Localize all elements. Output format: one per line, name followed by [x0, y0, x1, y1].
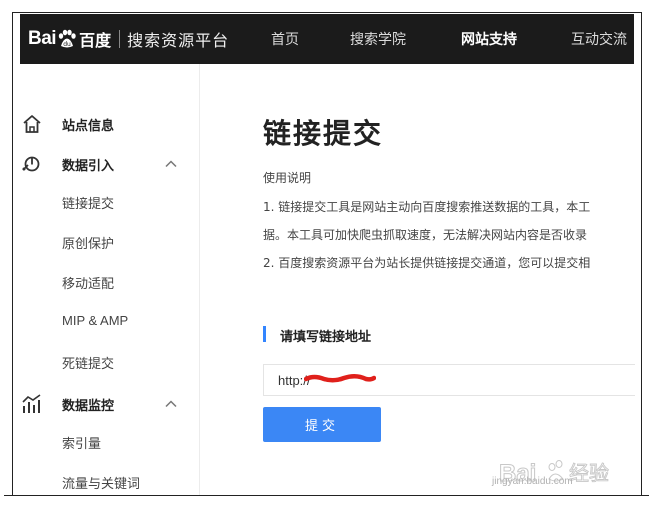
usage-line: 据。本工具可加快爬虫抓取速度，无法解决网站内容是否收录	[263, 228, 588, 242]
submit-button[interactable]: 提交	[263, 407, 381, 442]
section-title: 请填写链接地址	[280, 330, 372, 345]
usage-title: 使用说明	[263, 171, 312, 185]
nav-site-support[interactable]: 网站支持	[461, 29, 517, 49]
logo-text-bai: Bai	[28, 28, 57, 49]
chevron-up-icon[interactable]	[164, 157, 178, 171]
redaction-scribble	[304, 374, 376, 383]
svg-text:经验: 经验	[569, 461, 609, 485]
sidebar-item-dead-link[interactable]: 死链提交	[62, 353, 114, 372]
sidebar-group-data-monitor[interactable]: 数据监控	[13, 392, 199, 416]
sidebar-item-mobile-adapt[interactable]: 移动适配	[62, 273, 114, 292]
baidu-logo[interactable]: Bai du 百度 搜索资源平台	[28, 27, 229, 51]
platform-name: 搜索资源平台	[127, 31, 230, 50]
usage-line: 2. 百度搜索资源平台为站长提供链接提交通道，您可以提交相	[263, 256, 591, 270]
sidebar-group-site-info[interactable]: 站点信息	[13, 112, 199, 136]
logo-text-baidu: 百度	[79, 31, 112, 50]
nav-interaction[interactable]: 互动交流	[571, 29, 627, 49]
nav-search-academy[interactable]: 搜索学院	[350, 29, 406, 49]
sidebar-group-label: 数据引入	[62, 159, 115, 174]
sidebar-group-label: 数据监控	[62, 399, 115, 414]
frame-border-right	[641, 12, 642, 496]
frame-border-top	[12, 12, 641, 13]
paw-icon: du	[58, 29, 76, 48]
section-accent-bar	[263, 326, 266, 342]
sidebar-item-index-volume[interactable]: 索引量	[62, 433, 101, 452]
nav-home[interactable]: 首页	[271, 29, 299, 49]
sidebar-group-data-import[interactable]: 数据引入	[13, 152, 199, 176]
sidebar-item-original-protect[interactable]: 原创保护	[62, 233, 114, 252]
url-input[interactable]: http://	[263, 364, 635, 396]
watermark-url: jingyan.baidu.com	[492, 476, 573, 487]
top-navigation-bar: Bai du 百度 搜索资源平台 首页 搜索学院 网站支持 互动交流	[20, 14, 634, 64]
home-icon	[23, 115, 41, 133]
usage-line: 1. 链接提交工具是网站主动向百度搜索推送数据的工具，本工	[263, 200, 591, 214]
chevron-up-icon[interactable]	[164, 397, 178, 411]
frame-border-bottom	[4, 495, 649, 496]
sidebar-item-mip-amp[interactable]: MIP & AMP	[62, 313, 128, 328]
sidebar-group-label: 站点信息	[62, 119, 115, 134]
svg-text:du: du	[63, 41, 71, 48]
sidebar-item-traffic-keywords[interactable]: 流量与关键词	[62, 473, 140, 492]
page-title: 链接提交	[263, 117, 384, 150]
sidebar-item-link-submit[interactable]: 链接提交	[62, 193, 114, 212]
sidebar: 站点信息 数据引入 链接提交 原创保护 移动适配 MIP & AMP 死链提交 …	[13, 64, 200, 495]
data-import-icon	[22, 156, 40, 172]
chart-icon	[22, 394, 41, 413]
logo-divider	[119, 30, 121, 48]
